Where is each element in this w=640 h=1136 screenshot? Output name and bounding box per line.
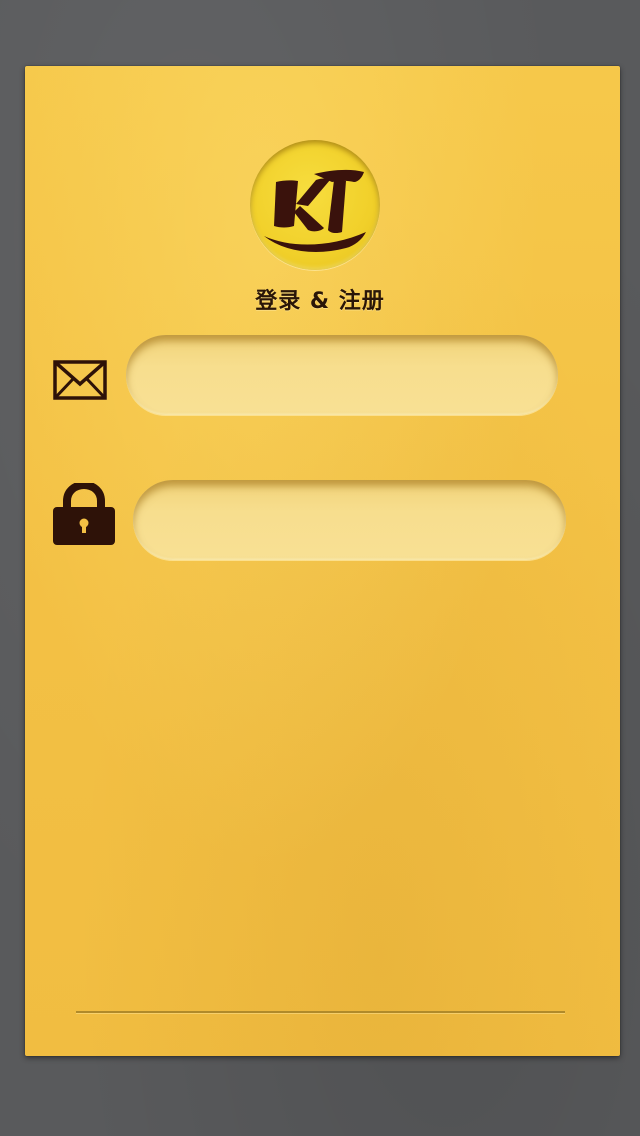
lock-icon — [53, 483, 115, 545]
app-logo — [250, 140, 380, 270]
email-input[interactable] — [126, 335, 558, 415]
mail-icon — [53, 360, 107, 400]
password-input[interactable] — [133, 480, 566, 560]
kt-logo-icon — [264, 169, 366, 252]
page-title: 登录 & 注册 — [255, 289, 385, 314]
footer-divider — [76, 1011, 565, 1013]
